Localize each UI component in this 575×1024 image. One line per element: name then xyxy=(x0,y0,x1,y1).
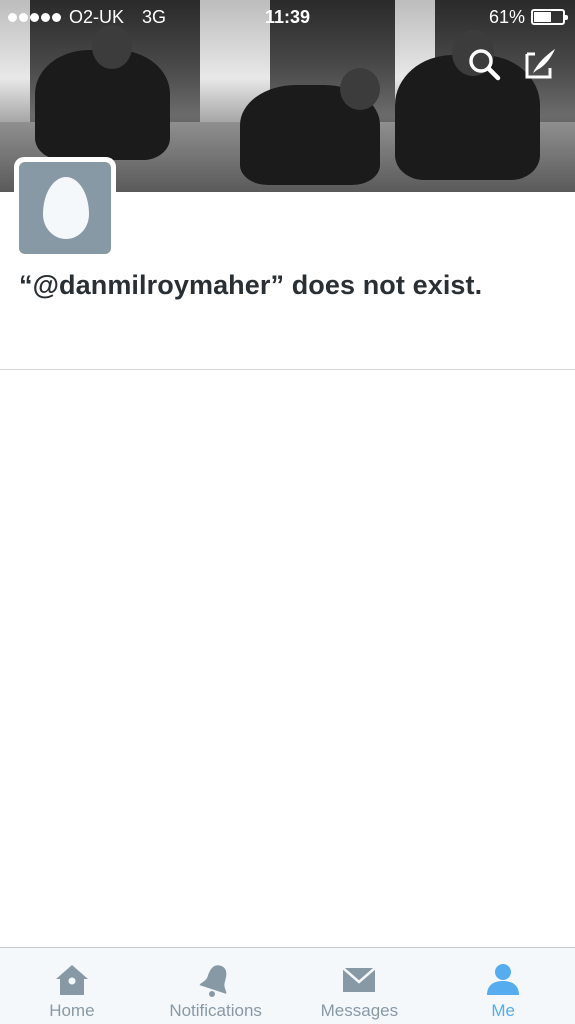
battery-fill xyxy=(534,12,552,22)
tab-me-label: Me xyxy=(491,1001,515,1020)
avatar-background xyxy=(19,162,111,254)
tab-home-label: Home xyxy=(49,1001,95,1020)
person-icon xyxy=(487,964,520,995)
search-button[interactable] xyxy=(466,46,502,82)
header-photo-head xyxy=(340,68,380,110)
envelope-icon xyxy=(342,967,377,992)
compose-tweet-button[interactable] xyxy=(523,46,559,82)
divider xyxy=(0,369,575,370)
bell-icon xyxy=(199,965,226,997)
user-not-found-message: “@danmilroymaher” does not exist. xyxy=(19,270,483,300)
home-icon xyxy=(55,965,88,995)
tab-notifications-label: Notifications xyxy=(169,1001,262,1020)
compose-tweet-icon xyxy=(525,49,555,79)
status-bar-right: 61% xyxy=(488,0,568,34)
default-egg-avatar-icon xyxy=(43,177,89,239)
tab-messages-label: Messages xyxy=(320,1001,399,1020)
status-bar: O2-UK 3G 11:39 61% xyxy=(0,0,575,34)
battery-icon xyxy=(531,9,568,25)
tab-bar: Home Notifications Messages Me xyxy=(0,947,575,1024)
battery-percent: 61% xyxy=(488,7,525,27)
tab-me[interactable]: Me xyxy=(431,948,575,1024)
tab-messages[interactable]: Messages xyxy=(288,948,432,1024)
profile-avatar[interactable] xyxy=(14,157,116,259)
search-icon xyxy=(469,49,501,81)
tab-home[interactable]: Home xyxy=(0,948,144,1024)
tab-notifications[interactable]: Notifications xyxy=(144,948,288,1024)
